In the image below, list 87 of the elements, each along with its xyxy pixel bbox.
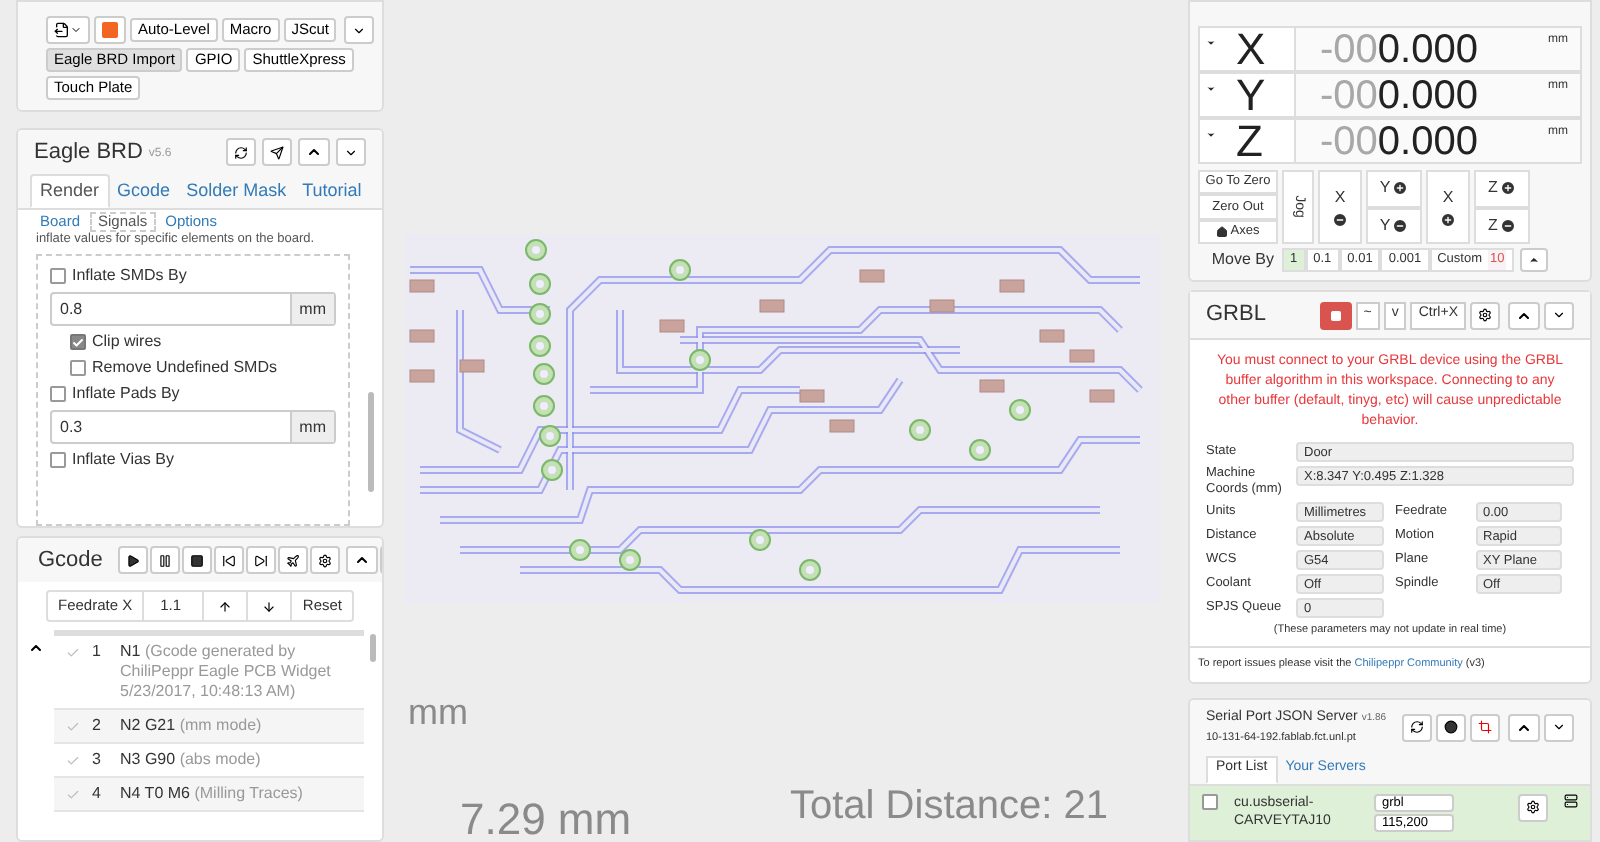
panel-title: Gcode xyxy=(38,545,103,576)
tab[interactable]: Solder Mask xyxy=(178,174,295,208)
jog-button[interactable]: Z xyxy=(1474,207,1530,244)
minus-icon xyxy=(1332,212,1348,228)
axis-value: 0.000 xyxy=(1377,71,1478,121)
stop-icon xyxy=(1329,309,1342,321)
settings-icon[interactable] xyxy=(310,546,341,574)
ghost-digits: -00 xyxy=(1320,71,1378,121)
tab[interactable]: Render xyxy=(30,174,110,208)
dimension-label: 7.29 mm xyxy=(460,792,632,842)
checkbox[interactable] xyxy=(1202,793,1218,809)
panel-title: Eagle BRD xyxy=(34,137,143,168)
crop-icon[interactable] xyxy=(1470,713,1500,741)
line-number: 1 xyxy=(92,642,103,664)
logo-icon[interactable] xyxy=(94,16,126,44)
gcode-text: N2 G21 (mm mode) xyxy=(120,716,264,736)
caret-icon xyxy=(1206,38,1216,48)
option-label: Inflate Pads By xyxy=(72,384,180,404)
stop-icon[interactable] xyxy=(182,546,213,574)
line-number: 4 xyxy=(92,784,103,804)
tab[interactable]: Gcode xyxy=(109,174,179,208)
gcode-text: N3 G90 (abs mode) xyxy=(120,750,263,770)
settings-icon[interactable] xyxy=(1518,793,1548,821)
jog-button[interactable]: X xyxy=(1426,170,1470,244)
jog-button[interactable]: Y xyxy=(1366,207,1422,244)
send-icon[interactable] xyxy=(262,138,292,166)
line-number: 3 xyxy=(92,750,103,770)
checkbox[interactable] xyxy=(50,386,66,402)
minus-icon xyxy=(1392,217,1409,234)
settings-icon[interactable] xyxy=(1470,301,1500,329)
tab[interactable]: Tutorial xyxy=(294,174,370,208)
pause-icon[interactable] xyxy=(150,546,181,574)
server-icon xyxy=(1564,793,1578,807)
checkbox[interactable] xyxy=(70,360,86,376)
number-field[interactable]: 0.3 mm xyxy=(50,410,336,444)
collapse-icon[interactable] xyxy=(346,546,379,574)
scroll-up-icon xyxy=(28,640,44,656)
stop-button[interactable] xyxy=(1319,301,1352,329)
number-field[interactable]: 0.8 mm xyxy=(50,292,336,326)
move-by-label: Move By xyxy=(1209,248,1276,272)
option-label: Clip wires xyxy=(92,332,162,352)
option-label: Remove Undefined SMDs xyxy=(92,358,277,378)
jog-button[interactable]: Z xyxy=(1474,170,1530,207)
plane-icon[interactable] xyxy=(278,546,309,574)
axis-value: 0.000 xyxy=(1377,117,1478,167)
collapse-icon[interactable] xyxy=(1508,713,1540,741)
collapse-icon[interactable] xyxy=(298,138,330,166)
plus-icon xyxy=(1440,212,1456,228)
scrollbar[interactable] xyxy=(368,392,374,492)
refresh-icon[interactable] xyxy=(1402,713,1432,741)
axis-value: 0.000 xyxy=(1377,25,1478,75)
play-icon[interactable] xyxy=(118,546,149,574)
ghost-digits: -00 xyxy=(1320,117,1378,167)
home-icon xyxy=(1216,225,1229,238)
collapse-icon[interactable] xyxy=(1508,301,1540,329)
field-value: 0.3 xyxy=(58,415,85,439)
refresh-icon[interactable] xyxy=(226,138,256,166)
checkbox[interactable] xyxy=(50,452,66,468)
option-label: Inflate SMDs By xyxy=(72,266,187,286)
checkbox[interactable] xyxy=(50,268,66,284)
unit-label: mm xyxy=(289,294,334,324)
option-label: Inflate Vias By xyxy=(72,450,174,470)
jog-button[interactable]: Y xyxy=(1366,170,1422,207)
minus-icon xyxy=(1499,217,1516,234)
caret-icon xyxy=(1206,130,1216,140)
file-export-icon[interactable] xyxy=(46,16,90,44)
dimension-label: mm xyxy=(408,690,468,736)
skip-forward-icon[interactable] xyxy=(246,546,277,574)
check-icon xyxy=(66,788,80,802)
panel-title: GRBL xyxy=(1206,300,1266,331)
skip-back-icon[interactable] xyxy=(214,546,245,574)
plus-icon xyxy=(1392,180,1409,197)
gcode-text: N4 T0 M6 (Milling Traces) xyxy=(120,784,305,804)
check-icon xyxy=(66,754,80,768)
scrollbar[interactable] xyxy=(370,634,376,662)
unit-label: mm xyxy=(289,412,334,442)
caret-icon xyxy=(1206,84,1216,94)
gcode-text: N1 (Gcode generated by ChiliPeppr Eagle PCB Widget 5/23/2017, 10:48:13 AM) xyxy=(120,642,333,702)
jog-button[interactable]: X xyxy=(1318,170,1362,244)
plus-icon xyxy=(1499,180,1516,197)
checkbox[interactable] xyxy=(70,334,86,350)
field-value: 0.8 xyxy=(58,297,85,321)
line-number: 2 xyxy=(92,716,103,736)
check-icon xyxy=(66,720,80,734)
check-icon xyxy=(66,646,80,660)
distance-label: Total Distance: 21 xyxy=(790,782,1108,832)
ghost-digits: -00 xyxy=(1320,25,1378,75)
